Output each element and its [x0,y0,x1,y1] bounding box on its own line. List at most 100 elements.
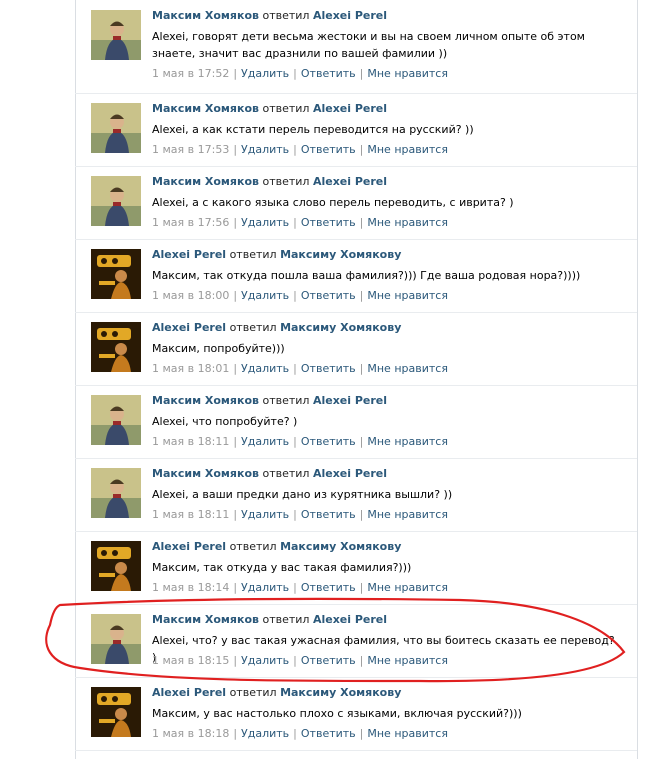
avatar[interactable] [91,395,141,445]
comment-date: 1 мая в 17:52 [152,67,230,80]
comment-header: Alexei Perel ответил Максиму Хомякову [152,321,401,334]
avatar[interactable] [91,249,141,299]
like-link[interactable]: Мне нравится [367,289,448,302]
delete-link[interactable]: Удалить [241,435,289,448]
comment-date: 1 мая в 18:00 [152,289,230,302]
reply-link[interactable]: Ответить [301,289,356,302]
reply-target-link[interactable]: Alexei Perel [313,467,387,480]
like-link[interactable]: Мне нравится [367,581,448,594]
comment-text: Alexei, а с какого языка слово перель пе… [152,196,514,209]
comment-item: Alexei Perel ответил Максиму Хомякову Мак… [75,239,637,313]
reply-target-link[interactable]: Alexei Perel [313,102,387,115]
delete-link[interactable]: Удалить [241,654,289,667]
author-link[interactable]: Максим Хомяков [152,102,259,115]
reply-link[interactable]: Ответить [301,435,356,448]
comment-meta: 1 мая в 18:01 | Удалить | Ответить | Мне нрави… [152,362,448,375]
reply-target-link[interactable]: Максиму Хомякову [280,686,401,699]
avatar[interactable] [91,103,141,153]
like-link[interactable]: Мне нравится [367,508,448,521]
comment-item: Максим Хомяков ответил Alexei Perel Alexe… [75,604,637,678]
reply-link[interactable]: Ответить [301,654,356,667]
delete-link[interactable]: Удалить [241,727,289,740]
reply-target-link[interactable]: Alexei Perel [313,9,387,22]
comment-item: Максим Хомяков ответил Alexei Perel Alexe… [75,93,637,167]
delete-link[interactable]: Удалить [241,216,289,229]
comment-meta: 1 мая в 18:18 | Удалить | Ответить | Мне нрави… [152,727,448,740]
author-link[interactable]: Максим Хомяков [152,9,259,22]
comment-header: Максим Хомяков ответил Alexei Perel [152,175,387,188]
comment-header: Максим Хомяков ответил Alexei Perel [152,102,387,115]
reply-verb: ответил [262,102,310,115]
reply-link[interactable]: Ответить [301,67,356,80]
delete-link[interactable]: Удалить [241,67,289,80]
comment-meta: 1 мая в 18:00 | Удалить | Ответить | Мне нрави… [152,289,448,302]
reply-target-link[interactable]: Alexei Perel [313,613,387,626]
comment-header: Максим Хомяков ответил Alexei Perel [152,9,387,22]
comment-date: 1 мая в 17:56 [152,216,230,229]
comment-header: Alexei Perel ответил Максиму Хомякову [152,540,401,553]
avatar[interactable] [91,468,141,518]
like-link[interactable]: Мне нравится [367,654,448,667]
comment-text: Максим, у вас настолько плохо с языками,… [152,707,522,720]
reply-link[interactable]: Ответить [301,216,356,229]
reply-verb: ответил [229,321,277,334]
comment-text: Alexei, говорят дети весьма жестоки и вы… [152,30,585,60]
avatar[interactable] [91,10,141,60]
reply-verb: ответил [262,613,310,626]
avatar[interactable] [91,176,141,226]
reply-link[interactable]: Ответить [301,727,356,740]
author-link[interactable]: Alexei Perel [152,248,226,261]
delete-link[interactable]: Удалить [241,289,289,302]
reply-verb: ответил [262,9,310,22]
reply-verb: ответил [229,248,277,261]
reply-link[interactable]: Ответить [301,508,356,521]
comment-meta: 1 мая в 18:15 | Удалить | Ответить | Мне нрави… [152,654,448,667]
author-link[interactable]: Alexei Perel [152,540,226,553]
comment-header: Максим Хомяков ответил Alexei Perel [152,467,387,480]
like-link[interactable]: Мне нравится [367,143,448,156]
like-link[interactable]: Мне нравится [367,216,448,229]
comment-date: 1 мая в 18:14 [152,581,230,594]
reply-verb: ответил [262,175,310,188]
reply-link[interactable]: Ответить [301,143,356,156]
author-link[interactable]: Alexei Perel [152,686,226,699]
reply-verb: ответил [262,394,310,407]
like-link[interactable]: Мне нравится [367,362,448,375]
delete-link[interactable]: Удалить [241,362,289,375]
reply-target-link[interactable]: Alexei Perel [313,175,387,188]
comment-text: Максим, так откуда у вас такая фамилия?)… [152,561,412,574]
comment-header: Максим Хомяков ответил Alexei Perel [152,394,387,407]
author-link[interactable]: Максим Хомяков [152,175,259,188]
comment-meta: 1 мая в 18:14 | Удалить | Ответить | Мне нрави… [152,581,448,594]
comment-date: 1 мая в 17:53 [152,143,230,156]
reply-target-link[interactable]: Максиму Хомякову [280,248,401,261]
comment-item: Alexei Perel ответил Максиму Хомякову Мак… [75,312,637,386]
avatar[interactable] [91,687,141,737]
comment-item: Максим Хомяков ответил Alexei Perel Alexe… [75,0,637,94]
author-link[interactable]: Максим Хомяков [152,613,259,626]
reply-target-link[interactable]: Alexei Perel [313,394,387,407]
delete-link[interactable]: Удалить [241,143,289,156]
reply-link[interactable]: Ответить [301,581,356,594]
author-link[interactable]: Максим Хомяков [152,394,259,407]
like-link[interactable]: Мне нравится [367,727,448,740]
author-link[interactable]: Alexei Perel [152,321,226,334]
reply-target-link[interactable]: Максиму Хомякову [280,540,401,553]
delete-link[interactable]: Удалить [241,581,289,594]
comment-text: Alexei, а как кстати перель переводится … [152,123,474,136]
like-link[interactable]: Мне нравится [367,67,448,80]
reply-link[interactable]: Ответить [301,362,356,375]
avatar[interactable] [91,322,141,372]
delete-link[interactable]: Удалить [241,508,289,521]
like-link[interactable]: Мне нравится [367,435,448,448]
reply-target-link[interactable]: Максиму Хомякову [280,321,401,334]
avatar[interactable] [91,541,141,591]
author-link[interactable]: Максим Хомяков [152,467,259,480]
reply-verb: ответил [229,540,277,553]
comment-item: Alexei Perel ответил Максиму Хомякову Мак… [75,531,637,605]
comment-text: Максим, так откуда пошла ваша фамилия?))… [152,269,581,282]
avatar[interactable] [91,614,141,664]
comment-header: Максим Хомяков ответил Alexei Perel [152,613,387,626]
comment-item: Максим Хомяков ответил Alexei Perel Alexe… [75,458,637,532]
comment-text: Alexei, что попробуйте? ) [152,415,298,428]
